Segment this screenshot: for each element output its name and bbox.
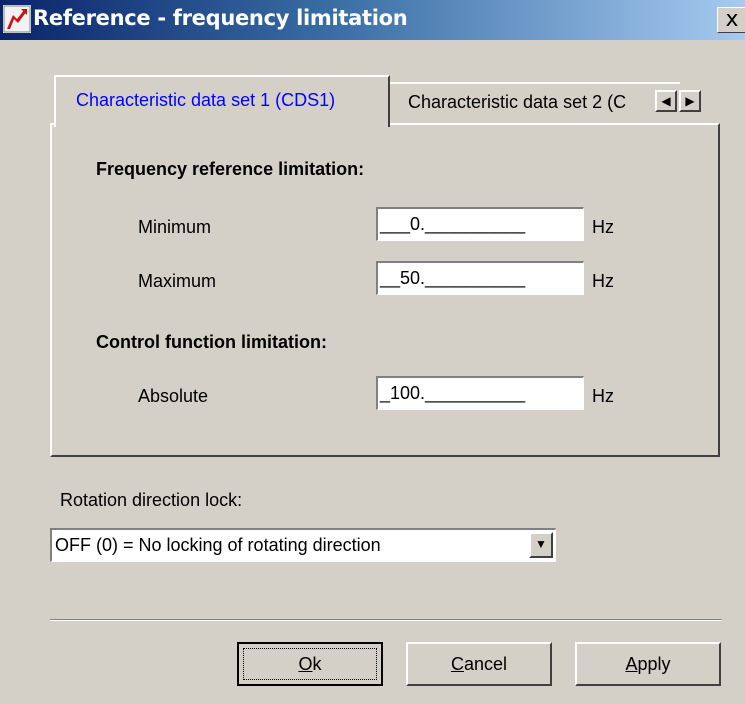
absolute-label: Absolute bbox=[138, 386, 209, 406]
absolute-unit: Hz bbox=[592, 386, 614, 406]
cancel-button[interactable]: Cancel bbox=[406, 642, 552, 686]
frequency-reference-heading: Frequency reference limitation: bbox=[96, 159, 365, 179]
maximum-field[interactable]: __50.__________ bbox=[376, 261, 584, 295]
separator-highlight bbox=[50, 620, 722, 621]
close-button[interactable]: x bbox=[717, 7, 745, 33]
chevron-down-icon: ▼ bbox=[535, 537, 547, 551]
apply-label: pply bbox=[637, 654, 671, 674]
rotation-lock-value: OFF (0) = No locking of rotating directi… bbox=[55, 535, 381, 555]
tab-cds1[interactable]: Characteristic data set 1 (CDS1) bbox=[54, 75, 390, 127]
maximum-label: Maximum bbox=[138, 271, 217, 291]
absolute-field[interactable]: _100.__________ bbox=[376, 376, 584, 410]
maximum-unit: Hz bbox=[592, 271, 614, 291]
arrow-right-icon: ▶ bbox=[685, 94, 695, 108]
tab-cds2-label: Characteristic data set 2 (C bbox=[408, 92, 627, 112]
minimum-field[interactable]: ___0.__________ bbox=[376, 207, 584, 241]
tab-scroll-left-button[interactable]: ◀ bbox=[655, 90, 677, 112]
cancel-label: ancel bbox=[463, 654, 508, 674]
focus-rect bbox=[243, 648, 377, 680]
dropdown-button[interactable]: ▼ bbox=[529, 532, 553, 558]
cancel-mnemonic: C bbox=[450, 654, 464, 674]
title-bar: Reference - frequency limitation x bbox=[0, 0, 745, 40]
tab-cds2[interactable]: Characteristic data set 2 (C bbox=[388, 82, 680, 124]
tab-cds1-label: Characteristic data set 1 (CDS1) bbox=[76, 90, 336, 110]
tab-scroll-right-button[interactable]: ▶ bbox=[679, 90, 701, 112]
apply-mnemonic: A bbox=[625, 654, 638, 674]
arrow-left-icon: ◀ bbox=[661, 94, 671, 108]
apply-button[interactable]: Apply bbox=[575, 642, 721, 686]
app-icon bbox=[3, 5, 31, 33]
control-function-heading: Control function limitation: bbox=[96, 332, 327, 352]
ok-button[interactable]: Ok bbox=[237, 642, 383, 686]
minimum-label: Minimum bbox=[138, 217, 212, 237]
rotation-lock-select[interactable]: OFF (0) = No locking of rotating directi… bbox=[50, 528, 556, 562]
rotation-lock-label: Rotation direction lock: bbox=[60, 490, 243, 510]
tab-panel: Frequency reference limitation: Minimum … bbox=[50, 123, 720, 457]
window-title: Reference - frequency limitation bbox=[33, 6, 408, 30]
minimum-unit: Hz bbox=[592, 217, 614, 237]
